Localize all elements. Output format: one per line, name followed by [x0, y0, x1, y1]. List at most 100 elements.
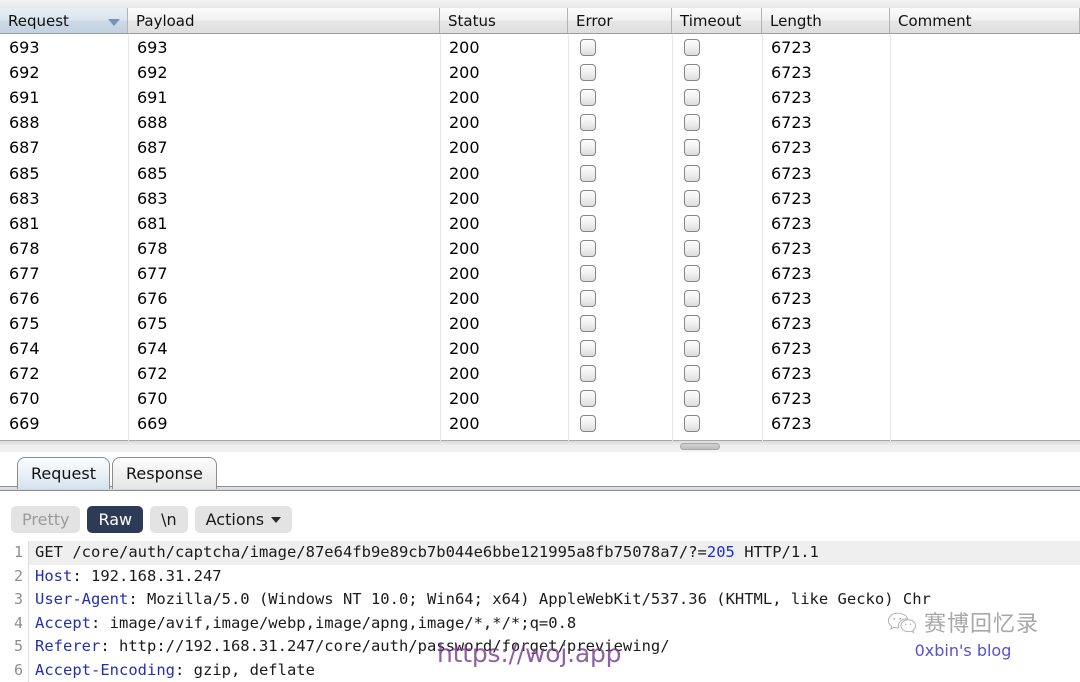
cell-request: 683	[9, 188, 40, 208]
table-row[interactable]: 672 672 200 6723	[0, 361, 1080, 386]
cell-payload: 681	[137, 213, 168, 233]
code-segment-plain: : image/avif,image/webp,image/apng,image…	[91, 613, 577, 632]
cell-comment	[890, 411, 1080, 436]
pretty-button[interactable]: Pretty	[11, 505, 81, 533]
table-row[interactable]: 681 681 200 6723	[0, 211, 1080, 236]
tab-request[interactable]: Request	[17, 457, 110, 489]
timeout-checkbox[interactable]	[684, 139, 700, 157]
code-line[interactable]: GET /core/auth/captcha/image/87e64fb9e89…	[29, 541, 1080, 565]
table-row[interactable]: 692 692 200 6723	[0, 60, 1080, 85]
timeout-checkbox[interactable]	[684, 64, 700, 82]
table-row[interactable]: 669 669 200 6723	[0, 411, 1080, 436]
error-checkbox[interactable]	[580, 315, 596, 333]
code-segment-hdr: Accept	[35, 613, 91, 632]
code-segment-plain: : http://192.168.31.247/core/auth/passwo…	[100, 637, 670, 655]
column-header-payload[interactable]: Payload	[128, 8, 440, 33]
cell-length: 6723	[771, 138, 812, 158]
code-line[interactable]: Accept-Encoding: gzip, deflate	[29, 659, 1080, 682]
column-header-status[interactable]: Status	[440, 8, 568, 33]
cell-timeout	[672, 361, 762, 386]
table-row[interactable]: 683 683 200 6723	[0, 186, 1080, 211]
cell-status: 200	[449, 113, 480, 133]
code-line[interactable]: Accept: image/avif,image/webp,image/apng…	[29, 612, 1080, 636]
cell-error	[568, 85, 672, 110]
results-table-body[interactable]: 693 693 200 6723 692 692 200 6723 691 691 200 6723 6…	[0, 35, 1080, 441]
error-checkbox[interactable]	[580, 289, 596, 307]
timeout-checkbox[interactable]	[684, 415, 700, 433]
error-checkbox[interactable]	[580, 139, 596, 157]
cell-length: 6723	[771, 364, 812, 384]
code-segment-hdr: Referer	[35, 637, 101, 655]
code-line[interactable]: Host: 192.168.31.247	[29, 565, 1080, 589]
cell-request: 672	[9, 364, 40, 384]
column-header-comment[interactable]: Comment	[890, 8, 1080, 33]
newline-button[interactable]: \n	[150, 505, 188, 533]
timeout-checkbox[interactable]	[684, 39, 700, 57]
cell-comment	[890, 211, 1080, 236]
table-row[interactable]: 691 691 200 6723	[0, 85, 1080, 110]
error-checkbox[interactable]	[580, 390, 596, 408]
code-line[interactable]: User-Agent: Mozilla/5.0 (Windows NT 10.0…	[29, 588, 1080, 612]
timeout-checkbox[interactable]	[684, 365, 700, 383]
cell-error	[568, 336, 672, 361]
cell-error	[568, 261, 672, 286]
error-checkbox[interactable]	[580, 114, 596, 132]
timeout-checkbox[interactable]	[684, 289, 700, 307]
cell-request: 670	[9, 389, 40, 409]
timeout-checkbox[interactable]	[684, 214, 700, 232]
timeout-checkbox[interactable]	[684, 114, 700, 132]
request-editor-toolbar: Pretty Raw \n Actions	[0, 497, 1080, 541]
error-checkbox[interactable]	[580, 340, 596, 358]
table-row[interactable]: 687 687 200 6723	[0, 135, 1080, 160]
table-row[interactable]: 674 674 200 6723	[0, 336, 1080, 361]
column-header-length[interactable]: Length	[762, 8, 890, 33]
column-header-error[interactable]: Error	[568, 8, 672, 33]
table-row[interactable]: 676 676 200 6723	[0, 286, 1080, 311]
cell-payload: 688	[137, 113, 168, 133]
horizontal-scrollbar-thumb[interactable]	[680, 443, 720, 450]
timeout-checkbox[interactable]	[684, 239, 700, 257]
code-line[interactable]: Referer: http://192.168.31.247/core/auth…	[29, 635, 1080, 659]
cell-status: 200	[449, 188, 480, 208]
column-header-request[interactable]: Request	[0, 8, 128, 33]
timeout-checkbox[interactable]	[684, 390, 700, 408]
cell-comment	[890, 236, 1080, 261]
error-checkbox[interactable]	[580, 415, 596, 433]
error-checkbox[interactable]	[580, 264, 596, 282]
request-code-viewer[interactable]: 1 2 3 4 5 6 GET /core/auth/captcha/image/87e6…	[0, 541, 1080, 682]
error-checkbox[interactable]	[580, 39, 596, 57]
error-checkbox[interactable]	[580, 89, 596, 107]
raw-button[interactable]: Raw	[87, 505, 144, 533]
cell-length: 6723	[771, 38, 812, 58]
error-checkbox[interactable]	[580, 164, 596, 182]
error-checkbox[interactable]	[580, 64, 596, 82]
table-row[interactable]: 670 670 200 6723	[0, 386, 1080, 411]
table-row[interactable]: 678 678 200 6723	[0, 236, 1080, 261]
table-row[interactable]: 693 693 200 6723	[0, 35, 1080, 60]
horizontal-scrollbar[interactable]	[0, 440, 1080, 452]
tab-response[interactable]: Response	[112, 457, 217, 489]
timeout-checkbox[interactable]	[684, 189, 700, 207]
table-row[interactable]: 688 688 200 6723	[0, 110, 1080, 135]
error-checkbox[interactable]	[580, 239, 596, 257]
timeout-checkbox[interactable]	[684, 340, 700, 358]
error-checkbox[interactable]	[580, 189, 596, 207]
table-row[interactable]: 677 677 200 6723	[0, 261, 1080, 286]
table-row[interactable]: 685 685 200 6723	[0, 160, 1080, 185]
error-checkbox[interactable]	[580, 214, 596, 232]
timeout-checkbox[interactable]	[684, 164, 700, 182]
cell-timeout	[672, 311, 762, 336]
actions-button[interactable]: Actions	[194, 505, 293, 533]
cell-payload: 685	[137, 163, 168, 183]
request-code-lines[interactable]: GET /core/auth/captcha/image/87e64fb9e89…	[29, 541, 1080, 682]
table-row[interactable]: 675 675 200 6723	[0, 311, 1080, 336]
column-header-label: Comment	[898, 11, 972, 30]
timeout-checkbox[interactable]	[684, 315, 700, 333]
timeout-checkbox[interactable]	[684, 264, 700, 282]
column-header-timeout[interactable]: Timeout	[672, 8, 762, 33]
timeout-checkbox[interactable]	[684, 89, 700, 107]
cell-status: 200	[449, 213, 480, 233]
cell-timeout	[672, 411, 762, 436]
cell-status: 200	[449, 63, 480, 83]
error-checkbox[interactable]	[580, 365, 596, 383]
